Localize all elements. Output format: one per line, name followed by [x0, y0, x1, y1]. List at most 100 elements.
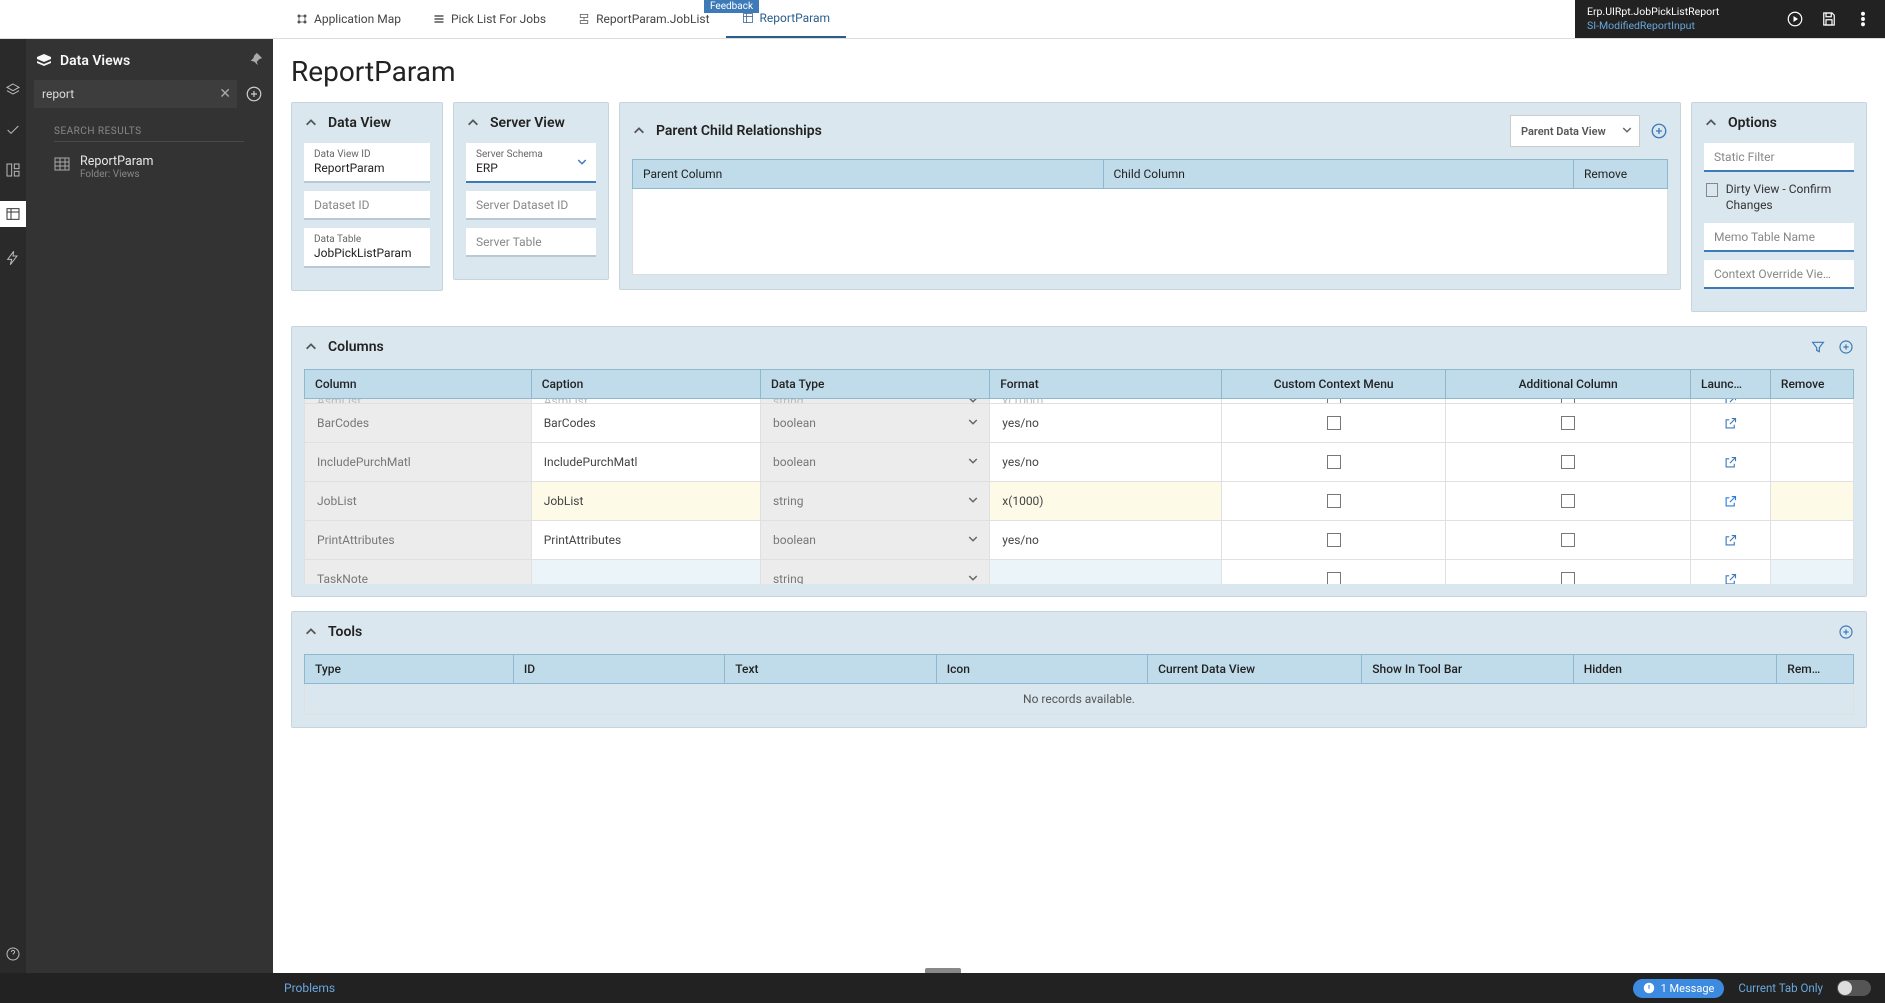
collapse-icon[interactable] — [304, 116, 318, 130]
preview-button[interactable] — [1785, 9, 1805, 29]
th-launch[interactable]: Launc… — [1690, 370, 1770, 399]
checkbox[interactable] — [1327, 533, 1341, 547]
th-caption[interactable]: Caption — [531, 370, 760, 399]
launch-button[interactable] — [1691, 482, 1770, 520]
cell-format[interactable]: x(1000) — [990, 482, 1221, 520]
collapse-icon[interactable] — [304, 340, 318, 354]
checkbox[interactable] — [1561, 416, 1575, 430]
cell-format[interactable]: yes/no — [990, 404, 1221, 442]
th-icon[interactable]: Icon — [936, 655, 1147, 684]
cell-remove[interactable] — [1771, 443, 1853, 481]
cell-datatype[interactable]: string — [761, 482, 989, 520]
filter-icon[interactable] — [1810, 339, 1826, 355]
collapse-icon[interactable] — [1704, 116, 1718, 130]
drag-handle[interactable] — [925, 968, 961, 973]
cell-remove[interactable] — [1771, 399, 1853, 403]
th-format[interactable]: Format — [990, 370, 1222, 399]
field-server-schema[interactable]: Server Schema ERP — [466, 143, 596, 183]
clear-search-icon[interactable]: ✕ — [219, 86, 231, 102]
parent-data-view-dropdown[interactable]: Parent Data View — [1510, 115, 1640, 147]
launch-button[interactable] — [1691, 399, 1770, 403]
field-server-dataset[interactable]: Server Dataset ID — [466, 191, 596, 220]
tab-reportparam-joblist[interactable]: ReportParam.JobList — [562, 0, 725, 38]
dirty-view-checkbox[interactable] — [1706, 183, 1718, 197]
pcr-col-parent[interactable]: Parent Column — [632, 159, 1104, 189]
cell-format[interactable] — [990, 560, 1221, 584]
checkbox[interactable] — [1327, 399, 1341, 403]
field-data-view-id[interactable]: Data View ID ReportParam — [304, 143, 430, 183]
rail-help-icon[interactable] — [4, 945, 22, 963]
cell-format[interactable]: yes/no — [990, 443, 1221, 481]
save-button[interactable] — [1819, 9, 1839, 29]
cell-caption[interactable]: PrintAttributes — [532, 521, 760, 559]
collapse-icon[interactable] — [466, 116, 480, 130]
checkbox[interactable] — [1561, 494, 1575, 508]
field-dataset-id[interactable]: Dataset ID — [304, 191, 430, 220]
th-type[interactable]: Type — [305, 655, 514, 684]
rail-data-icon[interactable] — [0, 201, 26, 227]
tab-pick-list[interactable]: Pick List For Jobs — [417, 0, 562, 38]
cell-format[interactable]: yes/no — [990, 521, 1221, 559]
rail-events-icon[interactable] — [4, 249, 22, 267]
current-tab-only-toggle[interactable] — [1837, 980, 1871, 996]
table-row[interactable]: TaskNotestring — [305, 560, 1854, 585]
problems-link[interactable]: Problems — [284, 981, 335, 995]
launch-button[interactable] — [1691, 521, 1770, 559]
cell-caption[interactable] — [532, 560, 760, 584]
tab-application-map[interactable]: Application Map — [280, 0, 417, 38]
field-data-table[interactable]: Data Table JobPickListParam — [304, 228, 430, 268]
th-hidden[interactable]: Hidden — [1573, 655, 1777, 684]
cell-remove[interactable] — [1771, 482, 1853, 520]
pcr-col-remove[interactable]: Remove — [1574, 159, 1668, 189]
table-row[interactable]: PrintAttributesPrintAttributesbooleanyes… — [305, 521, 1854, 560]
cell-caption[interactable]: AsmList — [532, 399, 760, 403]
cell-datatype[interactable]: string — [761, 560, 989, 584]
th-column[interactable]: Column — [305, 370, 532, 399]
th-cdv[interactable]: Current Data View — [1148, 655, 1362, 684]
launch-button[interactable] — [1691, 560, 1770, 584]
cell-caption[interactable]: BarCodes — [532, 404, 760, 442]
cell-datatype[interactable]: boolean — [761, 443, 989, 481]
checkbox[interactable] — [1327, 572, 1341, 584]
add-view-button[interactable] — [243, 83, 265, 105]
table-row[interactable]: JobListJobListstringx(1000) — [305, 482, 1854, 521]
sidebar-item-reportparam[interactable]: ReportParam Folder: Views — [34, 146, 265, 188]
th-remove[interactable]: Rem… — [1777, 655, 1854, 684]
checkbox[interactable] — [1561, 533, 1575, 547]
add-tool-button[interactable] — [1838, 624, 1854, 640]
checkbox[interactable] — [1327, 416, 1341, 430]
cell-datatype[interactable]: string — [761, 399, 989, 403]
add-relationship-button[interactable] — [1650, 122, 1668, 140]
field-context-override[interactable]: Context Override Vie… — [1704, 260, 1854, 289]
rail-check-icon[interactable] — [4, 121, 22, 139]
cell-datatype[interactable]: boolean — [761, 404, 989, 442]
pcr-col-child[interactable]: Child Column — [1104, 159, 1575, 189]
th-text[interactable]: Text — [725, 655, 936, 684]
th-additional[interactable]: Additional Column — [1446, 370, 1691, 399]
th-datatype[interactable]: Data Type — [760, 370, 989, 399]
th-id[interactable]: ID — [513, 655, 724, 684]
pin-icon[interactable] — [249, 51, 263, 70]
collapse-icon[interactable] — [304, 625, 318, 639]
add-column-button[interactable] — [1838, 339, 1854, 355]
rail-layers-icon[interactable] — [4, 81, 22, 99]
table-row[interactable]: BarCodesBarCodesbooleanyes/no — [305, 404, 1854, 443]
message-pill[interactable]: 1 Message — [1633, 979, 1725, 998]
cell-format[interactable]: x(1000) — [990, 399, 1221, 403]
field-static-filter[interactable]: Static Filter — [1704, 143, 1854, 172]
th-ccm[interactable]: Custom Context Menu — [1222, 370, 1446, 399]
cell-caption[interactable]: IncludePurchMatl — [532, 443, 760, 481]
search-input[interactable] — [34, 80, 237, 108]
tab-reportparam[interactable]: ReportParam — [726, 0, 847, 38]
launch-button[interactable] — [1691, 443, 1770, 481]
field-memo-table[interactable]: Memo Table Name — [1704, 223, 1854, 252]
cell-remove[interactable] — [1771, 404, 1853, 442]
collapse-icon[interactable] — [632, 124, 646, 138]
th-remove[interactable]: Remove — [1770, 370, 1853, 399]
checkbox[interactable] — [1327, 455, 1341, 469]
th-show[interactable]: Show In Tool Bar — [1362, 655, 1573, 684]
more-menu-button[interactable] — [1853, 9, 1873, 29]
cell-remove[interactable] — [1771, 560, 1853, 584]
checkbox[interactable] — [1561, 572, 1575, 584]
checkbox[interactable] — [1327, 494, 1341, 508]
